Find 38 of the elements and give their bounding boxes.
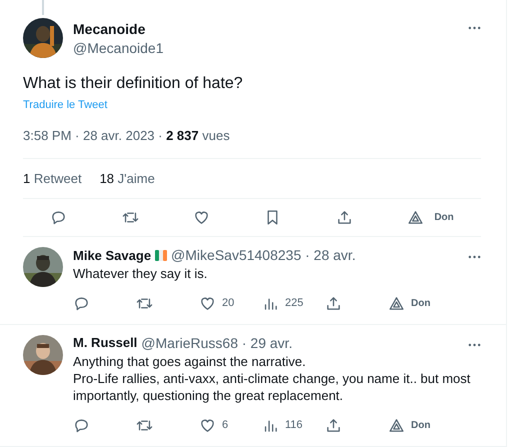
- like-button[interactable]: 6: [199, 416, 262, 434]
- donate-button[interactable]: Don: [407, 209, 454, 226]
- stat-link[interactable]: 18 J'aime: [100, 171, 155, 186]
- reply-text: Anything that goes against the narrative. Pro-Life rallies, anti-vaxx, anti-climate change, you name it.. but most importantly, questioning the great replacement.: [73, 354, 472, 405]
- reply-text: Whatever they say it is.: [73, 266, 208, 283]
- author-handle: @Mecanoide1: [73, 40, 164, 56]
- tweet-meta: 3:58 PM · 28 avr. 2023 · 2 837 vues: [23, 128, 231, 143]
- heart-icon: [193, 209, 210, 226]
- author-name: Mecanoide: [73, 20, 146, 36]
- like-button[interactable]: 20: [199, 294, 262, 312]
- like-button[interactable]: [193, 209, 210, 226]
- tweet-text: What is their definition of hate?: [23, 75, 244, 93]
- reply-icon: [73, 416, 90, 434]
- donate-button[interactable]: Don: [388, 294, 451, 312]
- triangle-icon: [407, 209, 424, 226]
- triangle-icon: [388, 294, 405, 312]
- views-button[interactable]: 116: [262, 416, 325, 434]
- views-button[interactable]: 225: [262, 294, 325, 312]
- share-icon: [336, 209, 353, 226]
- more-icon[interactable]: [468, 342, 481, 347]
- author-handle: @MikeSav51408235 · 28 avr.: [171, 247, 356, 263]
- reply-button[interactable]: [50, 209, 68, 226]
- heart-icon: [199, 294, 216, 312]
- donate-button[interactable]: Don: [388, 416, 451, 434]
- more-icon[interactable]: [468, 26, 481, 30]
- author-name: Mike Savage: [73, 248, 152, 262]
- reply-icon: [73, 294, 90, 312]
- share-button[interactable]: [336, 209, 353, 226]
- author-name: M. Russell: [73, 335, 138, 350]
- stat-link[interactable]: 1 Retweet: [23, 171, 82, 186]
- share-icon: [325, 294, 342, 312]
- heart-icon: [199, 416, 216, 434]
- share-icon: [325, 416, 342, 434]
- triangle-icon: [388, 416, 405, 434]
- author-handle: @MarieRuss68 · 29 avr.: [141, 334, 292, 351]
- more-icon[interactable]: [468, 255, 481, 259]
- reply-icon: [50, 209, 68, 226]
- thread-line: [42, 0, 44, 15]
